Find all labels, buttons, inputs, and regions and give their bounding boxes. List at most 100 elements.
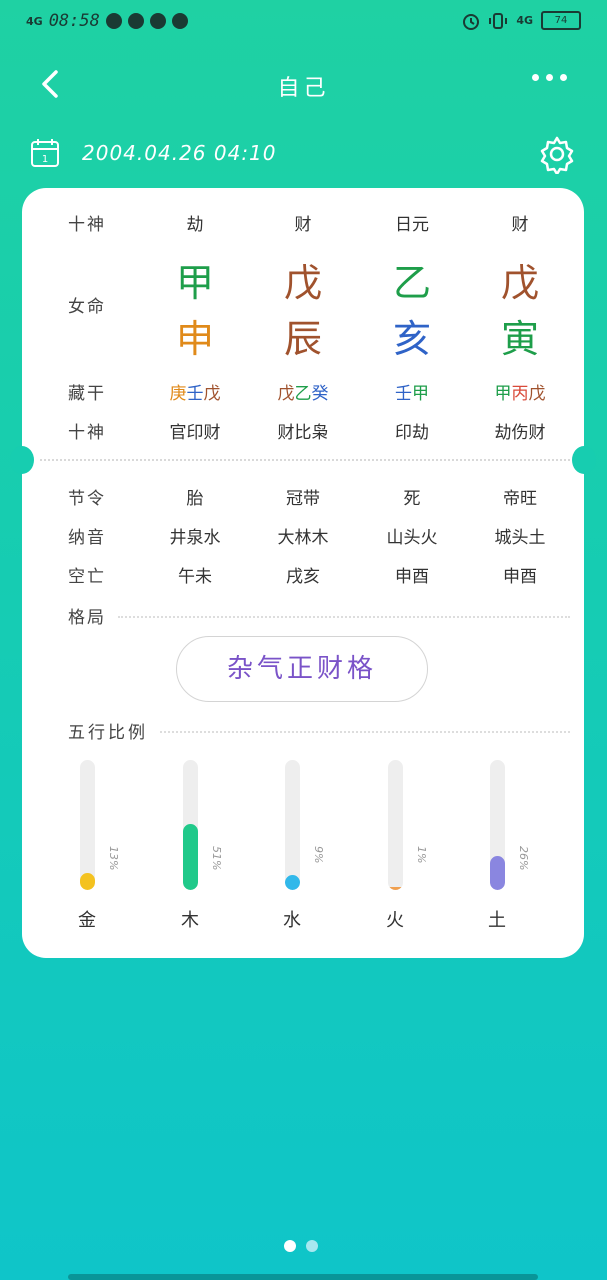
wuxing-element-label: 火 (386, 910, 404, 931)
earthly-branch[interactable]: 辰 (248, 308, 358, 363)
app-notification-icon (105, 13, 122, 29)
hidden-shishen-cell: 财比枭 (277, 423, 329, 443)
jieling-cell: 死 (403, 489, 421, 509)
hidden-stem-char: 壬 (186, 384, 204, 404)
vibrate-icon (489, 12, 508, 29)
hidden-stem-char: 丙 (511, 384, 529, 404)
wuxing-element-label: 木 (181, 910, 199, 931)
wuxing-bar-fill (183, 823, 198, 890)
status-bar: 4G 08:58 4G 74 (0, 0, 607, 44)
hidden-stems: 甲丙戊 (465, 379, 575, 404)
jieling-cell: 帝旺 (503, 489, 537, 509)
heavenly-stem[interactable]: 甲 (140, 252, 250, 307)
calendar-icon[interactable]: 1 (30, 138, 60, 168)
heavenly-stem[interactable]: 戊 (465, 252, 575, 307)
shishen-cell: 劫 (186, 215, 204, 235)
network-indicator: 4G (26, 14, 43, 28)
card-notch (10, 446, 34, 474)
kongwang-cell: 申酉 (503, 567, 537, 587)
more-dots-icon (532, 74, 539, 81)
wuxing-bar-track (490, 760, 505, 890)
hidden-shishen-cell: 印劫 (395, 423, 429, 443)
canggan-row: 藏干 庚壬戊 戊乙癸 壬甲 甲丙戊 (22, 379, 584, 409)
wuxing-element-label: 金 (78, 910, 96, 931)
battery-icon: 74 (541, 11, 581, 30)
hidden-stems: 戊乙癸 (248, 379, 358, 404)
hidden-shishen-cell: 官印财 (169, 423, 221, 443)
wuxing-bar-track (183, 760, 198, 890)
kongwang-cell: 戌亥 (286, 567, 320, 587)
wuxing-element-label: 水 (283, 910, 301, 931)
app-notification-icon (127, 13, 144, 29)
hidden-stem-char: 庚 (169, 384, 187, 404)
hidden-shishen-row: 十神 官印财 财比枭 印劫 劫伤财 (22, 418, 584, 448)
geju-button[interactable]: 杂气正财格 (176, 636, 428, 702)
nayin-cell: 井泉水 (169, 528, 221, 548)
heavenly-stem[interactable]: 乙 (357, 252, 467, 307)
date-bar: 1 2004.04.26 04:10 (0, 134, 607, 174)
geju-row: 格局 (22, 603, 584, 633)
wuxing-bar-fill (490, 856, 505, 890)
page-dot[interactable] (306, 1240, 318, 1252)
earthly-branch[interactable]: 申 (140, 308, 250, 363)
wuxing-percent: 13% (107, 846, 120, 871)
card-notch (572, 446, 596, 474)
app-notification-icon (171, 13, 188, 29)
nayin-cell: 城头土 (494, 528, 546, 548)
shishen-cell: 财 (294, 215, 312, 235)
kongwang-cell: 申酉 (395, 567, 429, 587)
shishen-cell: 日元 (395, 215, 429, 235)
more-dot (546, 74, 553, 81)
branch-row: 申 辰 亥 寅 (22, 308, 584, 361)
wuxing-element-label: 土 (488, 910, 506, 931)
row-label: 节令 (68, 489, 106, 509)
divider (118, 616, 570, 618)
hidden-stem-char: 戊 (277, 384, 295, 404)
hidden-stem-char: 甲 (494, 384, 512, 404)
wuxing-bar-fill (80, 873, 95, 890)
wuxing-percent: 9% (312, 846, 325, 864)
earthly-branch[interactable]: 寅 (465, 308, 575, 363)
earthly-branch[interactable]: 亥 (357, 308, 467, 363)
app-header: 自己 (0, 60, 607, 110)
page-title: 自己 (277, 76, 330, 101)
wuxing-percent: 1% (415, 846, 428, 864)
wuxing-bar-track (388, 760, 403, 890)
kongwang-row: 空亡 午未 戌亥 申酉 申酉 (22, 562, 584, 592)
more-dot (560, 74, 567, 81)
hidden-shishen-cell: 劫伤财 (494, 423, 546, 443)
heavenly-stem[interactable]: 戊 (248, 252, 358, 307)
clock: 08:58 (48, 11, 100, 31)
row-label: 十神 (68, 215, 106, 235)
shishen-cell: 财 (511, 215, 529, 235)
wechat-icon (149, 13, 166, 29)
wuxing-percent: 51% (210, 846, 223, 871)
birth-datetime[interactable]: 2004.04.26 04:10 (82, 141, 277, 165)
shishen-row: 十神 劫 财 日元 财 (22, 210, 584, 240)
alarm-icon (463, 13, 480, 30)
row-label: 藏干 (68, 384, 106, 404)
hidden-stem-char: 乙 (294, 384, 312, 404)
home-indicator[interactable] (68, 1274, 538, 1280)
hidden-stem-char: 壬 (395, 384, 412, 404)
more-button[interactable] (532, 74, 567, 81)
hidden-stems: 壬甲 (357, 379, 467, 404)
divider (40, 459, 570, 461)
gear-icon (540, 136, 574, 174)
jieling-cell: 胎 (186, 489, 204, 509)
jieling-row: 节令 胎 冠带 死 帝旺 (22, 484, 584, 514)
calendar-day: 1 (42, 154, 48, 165)
nayin-cell: 大林木 (277, 528, 329, 548)
divider (160, 731, 570, 733)
nayin-cell: 山头火 (386, 528, 438, 548)
wuxing-bar-track (80, 760, 95, 890)
stem-row: 甲 戊 乙 戊 (22, 252, 584, 305)
hidden-stem-char: 戊 (203, 384, 221, 404)
page-dot-active[interactable] (284, 1240, 296, 1252)
page-indicator (284, 1240, 318, 1252)
settings-button[interactable] (537, 134, 577, 174)
wuxing-bar-fill (285, 875, 300, 890)
hidden-stem-char: 甲 (412, 384, 429, 404)
row-label: 空亡 (68, 567, 106, 587)
hidden-stem-char: 癸 (311, 384, 329, 404)
